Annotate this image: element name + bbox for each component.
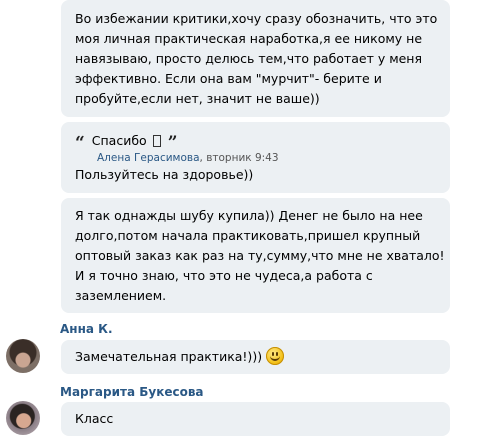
smiley-emoji-icon [266,347,285,365]
avatar[interactable] [6,339,40,373]
quote-block[interactable]: “ Спасибо ” [75,131,440,153]
message-text-line: заземлением. [75,288,167,303]
message-text-line: оптовый заказ как раз на ту,сумму,что мн… [75,248,445,263]
message-text-line: И я точно знаю, что это не чудеса,а рабо… [75,268,373,283]
message-text-line: Во избежании критики,хочу сразу обозначи… [75,11,438,26]
quote-close-icon: ” [167,133,178,153]
message-text-line: Пользуйтесь на здоровье)) [75,167,254,182]
quote-text: Спасибо [91,133,147,148]
message-text: Класс [75,411,114,426]
message-text-line: Я так однажды шубу купила)) Денег не был… [75,208,423,223]
quote-meta: Алена Герасимова, вторник 9:43 [75,151,440,165]
message-text-line: долго,потом начала практиковать,пришел к… [75,228,421,243]
message-bubble: “ Спасибо ” Алена Герасимова, вторник 9:… [61,122,450,193]
quote-timestamp: , вторник 9:43 [199,152,279,164]
quote-author-link[interactable]: Алена Герасимова [97,152,200,164]
message-text: Замечательная практика!))) [75,349,263,364]
author-name-link[interactable]: Маргарита Букесова [60,384,204,400]
message-text-line: моя личная практическая наработка,я ее н… [75,31,423,46]
unsupported-emoji-icon [152,135,161,147]
message-text-line: навязываю, просто делюсь тем,что работае… [75,51,423,66]
message-bubble: Замечательная практика!))) [61,340,450,374]
quote-open-icon: “ [75,133,85,153]
message-bubble: Класс [61,402,450,436]
message-text-line: пробуйте,если нет, значит не ваше)) [75,91,320,106]
avatar[interactable] [6,401,40,435]
message-bubble: Во избежании критики,хочу сразу обозначи… [61,0,450,117]
message-bubble: Я так однажды шубу купила)) Денег не был… [61,198,450,313]
message-text-line: эффективно. Если она вам "мурчит"- берит… [75,71,382,86]
author-name-link[interactable]: Анна К. [60,321,113,337]
